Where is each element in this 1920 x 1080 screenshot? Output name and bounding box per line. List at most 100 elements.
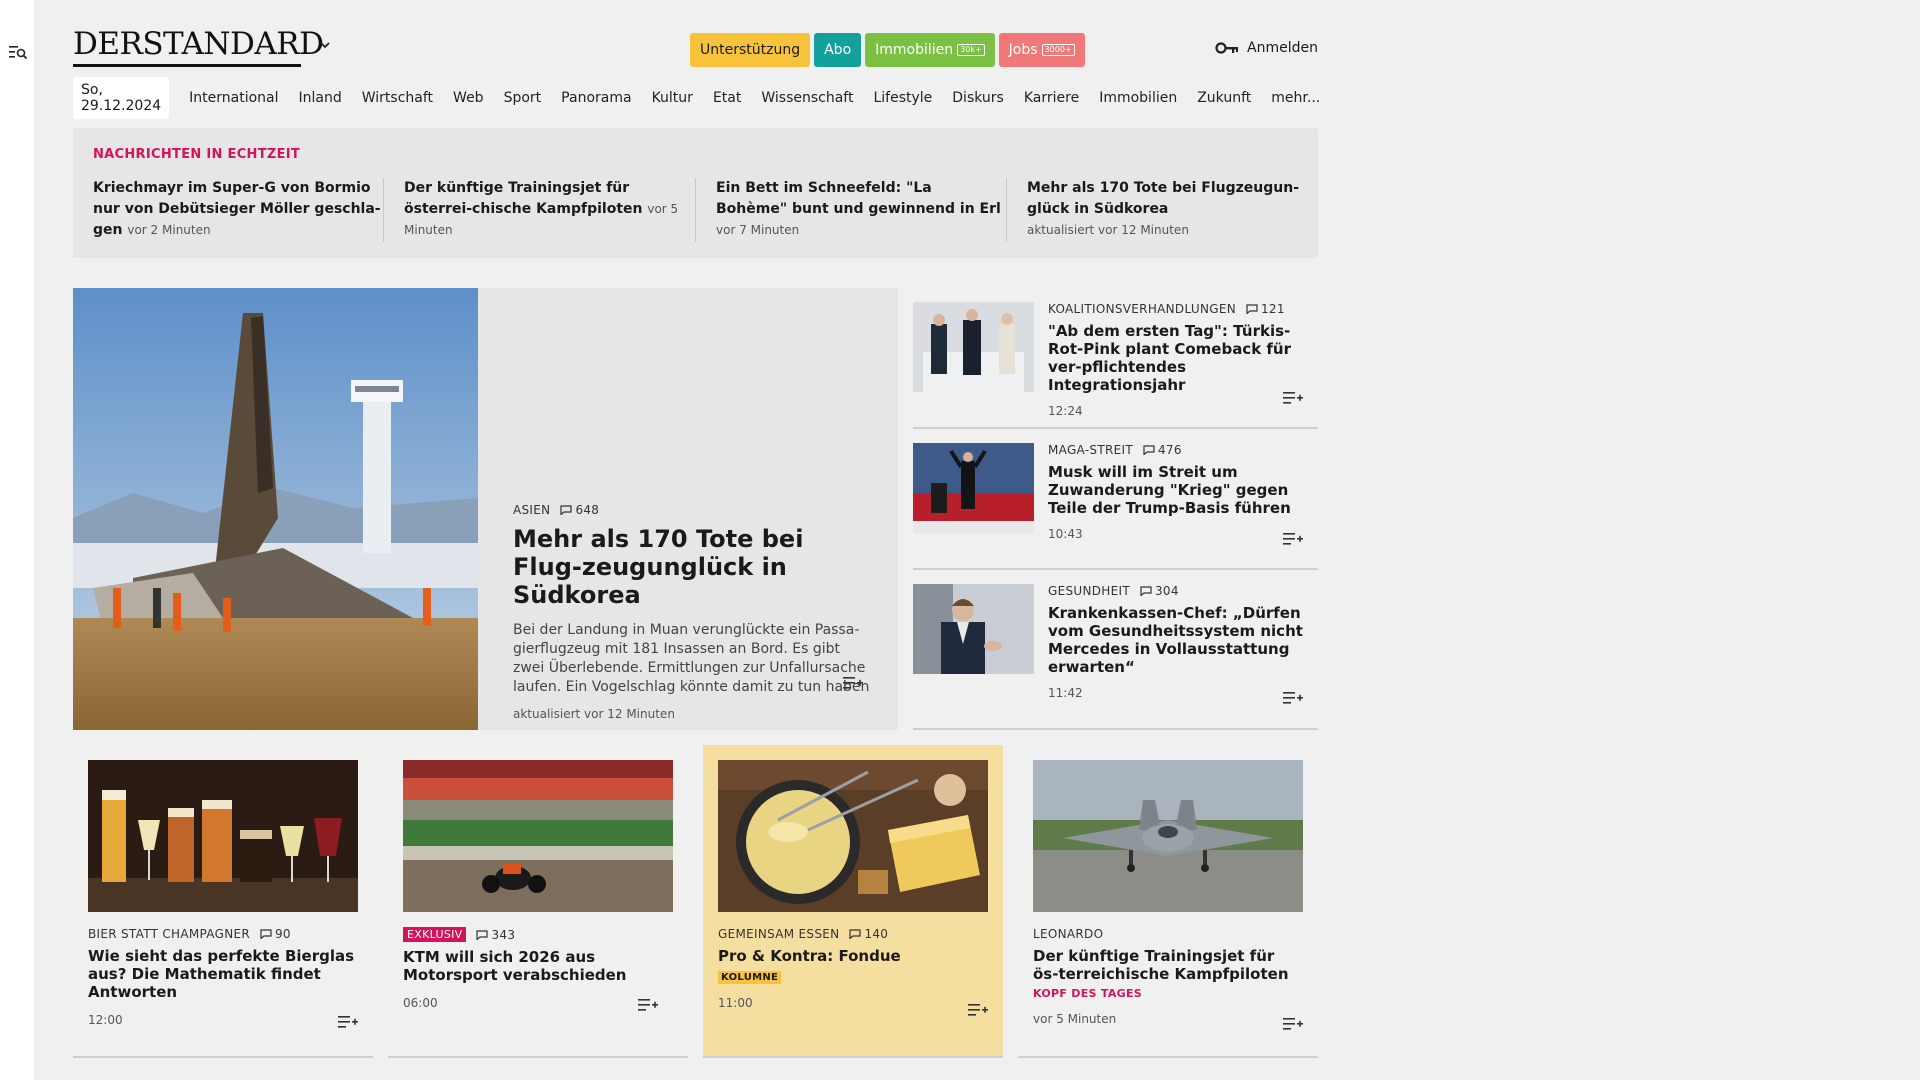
- key-icon: [1215, 42, 1239, 54]
- add-to-list-icon[interactable]: [843, 676, 863, 690]
- add-to-list-icon[interactable]: [338, 1015, 358, 1029]
- hero-image: [73, 288, 478, 730]
- kicker-label[interactable]: MAGA-STREIT: [1048, 443, 1133, 457]
- teaser-card[interactable]: BIER STATT CHAMPAGNER 90 Wie sieht das p…: [73, 745, 373, 1058]
- add-to-list-icon[interactable]: [1283, 391, 1303, 405]
- ticker-headline: Der künftige Trainingsjet für österrei-c…: [404, 180, 643, 217]
- side-kicker: MAGA-STREIT 476: [1048, 443, 1313, 457]
- kicker-label[interactable]: LEONARDO: [1033, 927, 1103, 941]
- ticker-divider: [695, 178, 696, 242]
- header-buttons: Unterstützung Abo Immobilien 30k+ Jobs 300…: [690, 33, 1085, 67]
- side-timestamp: 11:42: [1048, 686, 1083, 700]
- card-title[interactable]: Pro & Kontra: Fondue: [718, 947, 988, 965]
- comment-count-value: 90: [275, 927, 291, 941]
- teaser-card[interactable]: EXKLUSIV 343 KTM will sich 2026 aus Moto…: [388, 745, 688, 1058]
- card-timestamp: 11:00: [718, 996, 753, 1010]
- side-title[interactable]: "Ab dem ersten Tag": Türkis-Rot-Pink pla…: [1048, 322, 1313, 394]
- card-text: BIER STATT CHAMPAGNER 90 Wie sieht das p…: [88, 927, 358, 1027]
- ticker-item[interactable]: Ein Bett im Schneefeld: "La Bohème" bunt…: [716, 178, 1006, 241]
- add-to-list-icon[interactable]: [638, 998, 658, 1012]
- nav-item-more[interactable]: mehr...: [1261, 90, 1330, 106]
- login-button[interactable]: Anmelden: [1215, 40, 1318, 56]
- logo-underline: [73, 64, 301, 67]
- menu-search-icon[interactable]: [9, 44, 27, 60]
- support-button[interactable]: Unterstützung: [690, 33, 811, 67]
- side-article[interactable]: MAGA-STREIT 476 Musk will im Streit um Z…: [913, 429, 1318, 570]
- side-article[interactable]: GESUNDHEIT 304 Krankenkassen-Chef: „Dürf…: [913, 570, 1318, 730]
- comment-icon: [1140, 586, 1152, 596]
- kopf-des-tages-badge: KOPF DES TAGES: [1033, 987, 1143, 1000]
- nav-item-immobilien[interactable]: Immobilien: [1089, 90, 1187, 106]
- nav-item-web[interactable]: Web: [443, 90, 494, 106]
- immobilien-button[interactable]: Immobilien 30k+: [865, 33, 995, 67]
- current-date: So, 29.12.2024: [73, 77, 170, 119]
- article-image: [913, 302, 1034, 392]
- card-kicker: GEMEINSAM ESSEN 140: [718, 927, 988, 941]
- jobs-count-badge: 3000+: [1041, 44, 1075, 56]
- jobs-label: Jobs: [1008, 42, 1038, 58]
- nav-item-panorama[interactable]: Panorama: [551, 90, 641, 106]
- add-to-list-icon[interactable]: [1283, 532, 1303, 546]
- nav-item-wissenschaft[interactable]: Wissenschaft: [751, 90, 863, 106]
- teaser-card-column[interactable]: GEMEINSAM ESSEN 140 Pro & Kontra: Fondue…: [703, 745, 1003, 1058]
- comment-count-value: 343: [491, 927, 516, 942]
- side-article[interactable]: KOALITIONSVERHANDLUNGEN 121 "Ab dem erst…: [913, 288, 1318, 429]
- ticker-title: NACHRICHTEN IN ECHTZEIT: [93, 147, 301, 162]
- comment-count[interactable]: 140: [849, 927, 888, 941]
- live-ticker: NACHRICHTEN IN ECHTZEIT Kriechmayr im Su…: [73, 128, 1318, 258]
- nav-item-karriere[interactable]: Karriere: [1014, 90, 1089, 106]
- immobilien-count-badge: 30k+: [957, 44, 985, 56]
- nav-item-kultur[interactable]: Kultur: [642, 90, 703, 106]
- ticker-divider: [1006, 178, 1007, 242]
- nav-item-inland[interactable]: Inland: [289, 90, 352, 106]
- teaser-card[interactable]: LEONARDO Der künftige Trainingsjet für ö…: [1018, 745, 1318, 1058]
- nav-item-zukunft[interactable]: Zukunft: [1187, 90, 1261, 106]
- ticker-time: aktualisiert vor 12 Minuten: [1027, 223, 1189, 237]
- site-logo[interactable]: DERSTANDARD: [73, 29, 324, 60]
- nav-item-diskurs[interactable]: Diskurs: [942, 90, 1014, 106]
- card-timestamp: vor 5 Minuten: [1033, 1012, 1117, 1026]
- login-label: Anmelden: [1247, 40, 1318, 56]
- side-timestamp: 12:24: [1048, 404, 1083, 418]
- nav-item-sport[interactable]: Sport: [494, 90, 552, 106]
- ticker-item[interactable]: Mehr als 170 Tote bei Flugzeugun-glück i…: [1027, 178, 1317, 241]
- comment-icon: [476, 929, 489, 940]
- kicker-label[interactable]: KOALITIONSVERHANDLUNGEN: [1048, 302, 1236, 316]
- immobilien-label: Immobilien: [875, 42, 954, 58]
- comment-count[interactable]: 121: [1246, 302, 1285, 316]
- comment-count-value: 648: [575, 503, 600, 517]
- kicker-label[interactable]: BIER STATT CHAMPAGNER: [88, 927, 250, 941]
- add-to-list-icon[interactable]: [1283, 1017, 1303, 1031]
- side-title[interactable]: Krankenkassen-Chef: „Dürfen vom Gesundhe…: [1048, 604, 1313, 676]
- abo-button[interactable]: Abo: [814, 33, 862, 67]
- side-title[interactable]: Musk will im Streit um Zuwanderung "Krie…: [1048, 463, 1313, 517]
- card-title[interactable]: KTM will sich 2026 aus Motorsport verabs…: [403, 948, 673, 984]
- add-to-list-icon[interactable]: [1283, 691, 1303, 705]
- kicker-label[interactable]: GEMEINSAM ESSEN: [718, 927, 839, 941]
- hero-title[interactable]: Mehr als 170 Tote bei Flug-zeugunglück i…: [513, 525, 873, 609]
- jobs-button[interactable]: Jobs 3000+: [998, 33, 1085, 67]
- hero-text: ASIEN 648 Mehr als 170 Tote bei Flug-zeu…: [513, 503, 873, 721]
- nav-item-international[interactable]: International: [179, 90, 288, 106]
- ticker-headline: Mehr als 170 Tote bei Flugzeugun-glück i…: [1027, 180, 1300, 217]
- nav-item-etat[interactable]: Etat: [703, 90, 751, 106]
- comment-count[interactable]: 90: [260, 927, 291, 941]
- comment-icon: [1246, 304, 1258, 314]
- hero-article[interactable]: ASIEN 648 Mehr als 170 Tote bei Flug-zeu…: [73, 288, 898, 730]
- card-title[interactable]: Der künftige Trainingsjet für ös-terreic…: [1033, 947, 1303, 983]
- nav-item-lifestyle[interactable]: Lifestyle: [863, 90, 942, 106]
- side-kicker: GESUNDHEIT 304: [1048, 584, 1313, 598]
- card-title[interactable]: Wie sieht das perfekte Bierglas aus? Die…: [88, 947, 358, 1001]
- kicker-label[interactable]: ASIEN: [513, 503, 550, 517]
- card-text: EXKLUSIV 343 KTM will sich 2026 aus Moto…: [403, 927, 673, 1010]
- comment-count[interactable]: 648: [560, 503, 599, 517]
- ticker-item[interactable]: Der künftige Trainingsjet für österrei-c…: [404, 178, 694, 241]
- comment-count[interactable]: 304: [1140, 584, 1179, 598]
- chevron-down-icon[interactable]: [318, 38, 332, 52]
- ticker-item[interactable]: Kriechmayr im Super-G von Bormio nur von…: [93, 178, 383, 241]
- kicker-label[interactable]: GESUNDHEIT: [1048, 584, 1130, 598]
- comment-count[interactable]: 476: [1143, 443, 1182, 457]
- nav-item-wirtschaft[interactable]: Wirtschaft: [352, 90, 443, 106]
- add-to-list-icon[interactable]: [968, 1003, 988, 1017]
- comment-count[interactable]: 343: [476, 928, 515, 942]
